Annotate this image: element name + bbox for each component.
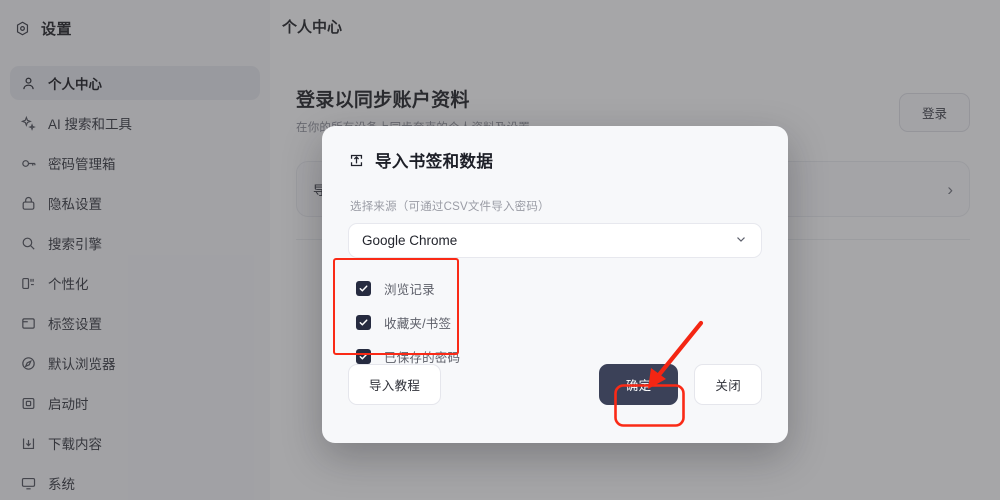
close-button[interactable]: 关闭 <box>694 364 762 405</box>
checkbox-row[interactable]: 收藏夹/书签 <box>356 312 762 333</box>
dialog-actions-right: 确定 关闭 <box>598 364 762 405</box>
import-box-icon <box>348 152 365 169</box>
data-type-checkbox-group: 浏览记录 收藏夹/书签 已保存的密码 <box>348 278 762 367</box>
checkbox-checked-icon[interactable] <box>356 281 371 296</box>
checkbox-checked-icon[interactable] <box>356 349 371 364</box>
source-field-label: 选择来源（可通过CSV文件导入密码） <box>350 201 550 213</box>
import-tutorial-button[interactable]: 导入教程 <box>348 364 442 405</box>
source-select[interactable]: Google Chrome <box>348 223 762 258</box>
source-select-value: Google Chrome <box>362 233 458 248</box>
chevron-down-icon <box>734 232 748 249</box>
checkbox-row[interactable]: 浏览记录 <box>356 278 762 299</box>
import-dialog: 导入书签和数据 选择来源（可通过CSV文件导入密码） Google Chrome… <box>322 126 788 443</box>
checkbox-label: 收藏夹/书签 <box>384 317 452 331</box>
screen: 设置 个人中心 AI 搜索和工具 密码管理箱 隐私设置 搜索引擎 个性化 标签设… <box>0 0 1000 500</box>
checkbox-checked-icon[interactable] <box>356 315 371 330</box>
dialog-title: 导入书签和数据 <box>375 153 494 171</box>
confirm-button[interactable]: 确定 <box>598 364 679 405</box>
dialog-title-row: 导入书签和数据 <box>348 148 762 172</box>
dialog-actions: 导入教程 确定 关闭 <box>348 364 762 405</box>
checkbox-label: 浏览记录 <box>384 283 435 297</box>
